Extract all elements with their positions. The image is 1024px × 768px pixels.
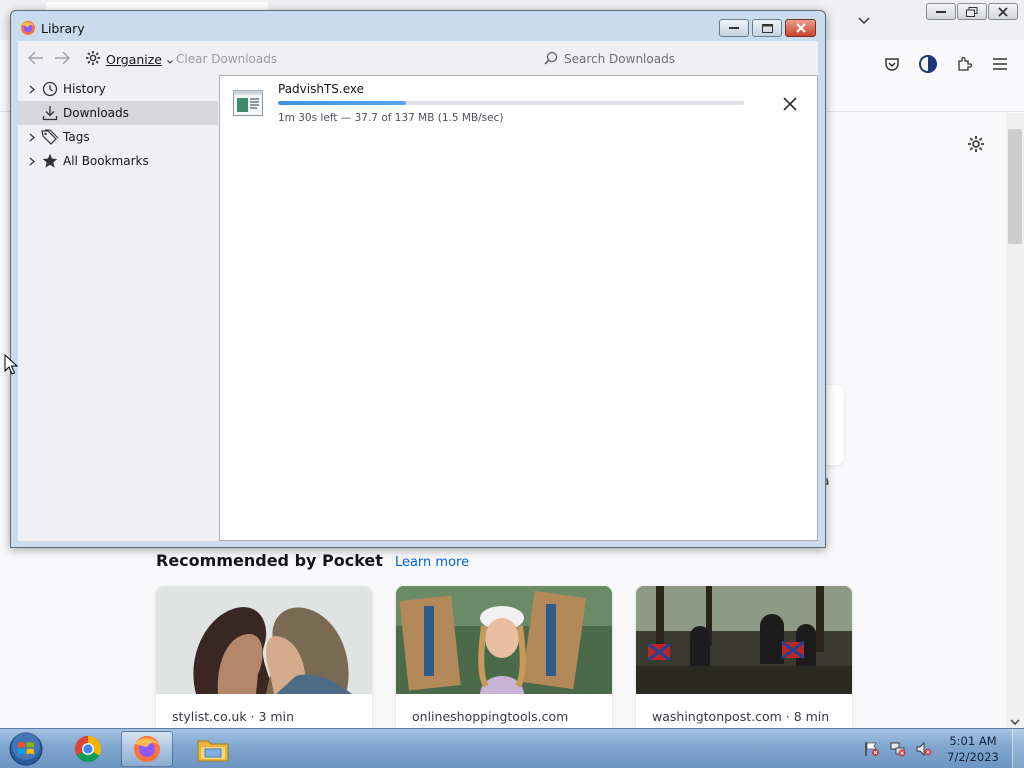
library-maximize-button[interactable] (752, 19, 782, 37)
clock-time: 5:01 AM (949, 734, 997, 748)
firefox-icon (134, 736, 160, 762)
library-window: Library Organize Clear Downloads Search … (10, 10, 826, 548)
chrome-icon (74, 735, 102, 763)
scroll-down-icon[interactable] (1010, 716, 1020, 726)
organize-button[interactable]: Organize (85, 50, 173, 69)
start-button[interactable] (6, 731, 46, 767)
search-downloads-input[interactable] (564, 52, 794, 66)
download-item[interactable]: PadvishTS.exe 1m 30s left — 37.7 of 137 … (220, 76, 817, 132)
action-center-flag-icon[interactable] (862, 739, 882, 759)
download-icon (41, 104, 59, 122)
window-title: Library (41, 21, 85, 36)
pocket-section-header: Recommended by Pocket Learn more (156, 551, 469, 570)
tag-icon (41, 128, 59, 146)
forward-arrow-icon[interactable] (54, 51, 71, 65)
sidebar-item-label: All Bookmarks (63, 154, 149, 168)
list-all-tabs-icon[interactable] (856, 12, 872, 28)
learn-more-link[interactable]: Learn more (395, 555, 469, 570)
volume-muted-icon[interactable] (914, 739, 934, 759)
file-explorer-icon (197, 740, 229, 762)
sidebar-item-downloads[interactable]: Downloads (18, 101, 218, 125)
show-desktop-button[interactable] (1012, 729, 1024, 768)
star-icon (41, 152, 59, 170)
sidebar-item-label: History (63, 82, 106, 96)
taskbar-firefox[interactable] (121, 731, 173, 767)
pocket-card-source: onlineshoppingtools.com (412, 709, 569, 724)
sidebar-item-label: Tags (63, 130, 90, 144)
pocket-title: Recommended by Pocket (156, 551, 383, 570)
library-minimize-button[interactable] (719, 19, 749, 37)
cancel-download-button[interactable] (780, 94, 800, 114)
sidebar-item-history[interactable]: History (18, 77, 218, 101)
taskbar-chrome[interactable] (62, 731, 114, 767)
sidebar-item-all-bookmarks[interactable]: All Bookmarks (18, 149, 218, 173)
download-filename: PadvishTS.exe (278, 82, 365, 96)
library-titlebar[interactable]: Library (11, 11, 825, 41)
scrollbar-thumb[interactable] (1008, 129, 1022, 244)
pocket-icon[interactable] (882, 54, 902, 74)
clock-date: 7/2/2023 (947, 750, 999, 764)
clear-downloads-button[interactable]: Clear Downloads (176, 52, 277, 66)
pocket-card-image (156, 586, 372, 694)
pocket-card-source: washingtonpost.com · 8 min (652, 709, 830, 724)
download-status: 1m 30s left — 37.7 of 137 MB (1.5 MB/sec… (278, 112, 504, 124)
library-toolbar: Organize Clear Downloads (18, 41, 818, 75)
download-progress-fill (278, 101, 407, 105)
gear-icon (85, 50, 101, 69)
twisty-icon[interactable] (26, 133, 38, 142)
restore-button[interactable] (957, 3, 987, 20)
twisty-icon[interactable] (26, 157, 38, 166)
minimize-button[interactable] (926, 3, 956, 20)
back-arrow-icon[interactable] (27, 51, 44, 65)
search-icon (544, 51, 558, 68)
clock-icon (41, 80, 59, 98)
downloads-list: PadvishTS.exe 1m 30s left — 37.7 of 137 … (219, 75, 818, 541)
twisty-icon[interactable] (26, 85, 38, 94)
download-progress-bar (278, 101, 744, 105)
search-box[interactable] (537, 48, 811, 70)
pocket-card-image (636, 586, 852, 694)
taskbar-file-explorer[interactable] (187, 731, 239, 767)
system-clock[interactable]: 5:01 AM 7/2/2023 (942, 733, 1004, 765)
sidebar-item-tags[interactable]: Tags (18, 125, 218, 149)
library-close-button[interactable] (785, 19, 816, 37)
network-icon[interactable] (888, 739, 908, 759)
library-sidebar: History Downloads Tags All Bookmarks (18, 75, 218, 541)
close-icon (783, 97, 797, 111)
pocket-card[interactable]: stylist.co.uk · 3 min (156, 586, 372, 728)
firefox-view-icon[interactable] (918, 54, 938, 74)
system-tray (862, 739, 934, 759)
page-scrollbar[interactable] (1006, 113, 1024, 728)
firefox-logo-icon (20, 20, 36, 36)
mouse-cursor-icon (4, 353, 19, 376)
library-body: Organize Clear Downloads Search Download… (18, 41, 818, 541)
pocket-card[interactable]: washingtonpost.com · 8 min (636, 586, 852, 728)
executable-file-icon (233, 90, 263, 116)
organize-label: Organize (106, 52, 162, 67)
pocket-card[interactable]: onlineshoppingtools.com (396, 586, 612, 728)
pocket-card-source: stylist.co.uk · 3 min (172, 709, 294, 724)
menu-icon[interactable] (990, 54, 1010, 74)
extensions-icon[interactable] (954, 54, 974, 74)
chevron-down-icon (167, 52, 173, 67)
sidebar-item-label: Downloads (63, 106, 129, 120)
close-button[interactable] (988, 3, 1018, 20)
taskbar: 5:01 AM 7/2/2023 (0, 728, 1024, 768)
pocket-card-image (396, 586, 612, 694)
gear-icon[interactable] (966, 134, 986, 154)
